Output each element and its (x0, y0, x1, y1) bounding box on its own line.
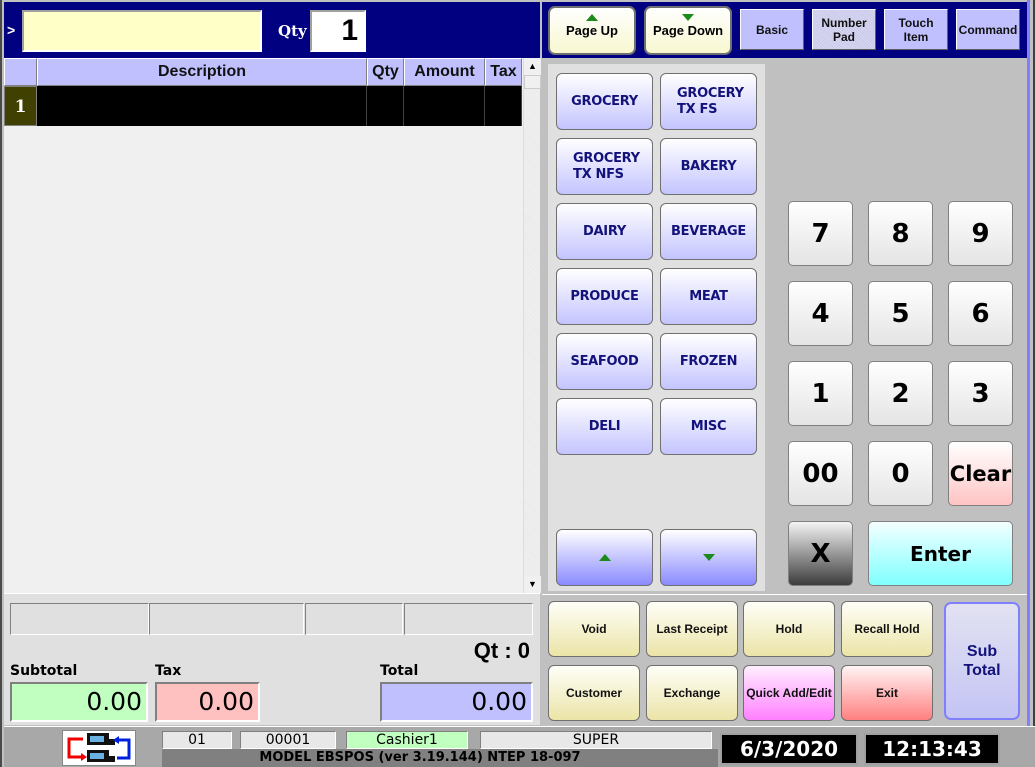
grid-header: Description Qty Amount Tax (4, 58, 522, 86)
grid-header-corner (4, 58, 37, 86)
row-qty (367, 86, 404, 126)
department-button-misc[interactable]: MISC (660, 398, 757, 455)
qty-label: Qty (278, 22, 307, 40)
nav-bar: Page Up Page Down Basic Number Pad Touch… (542, 2, 1027, 58)
item-grid: Description Qty Amount Tax 1 ▲ ▼ (4, 58, 541, 593)
exit-button[interactable]: Exit (841, 665, 933, 721)
department-button-dairy[interactable]: DAIRY (556, 203, 653, 260)
grid-header-tax[interactable]: Tax (485, 58, 522, 86)
page-up-button[interactable]: Page Up (548, 6, 636, 55)
info-slot-2 (149, 603, 304, 635)
dept-scroll-up-button[interactable] (556, 529, 653, 586)
info-slot-3 (305, 603, 403, 635)
status-bar: 01 00001 Cashier1 SUPER MODEL EBSPOS (ve… (4, 726, 1035, 767)
row-amount (404, 86, 485, 126)
arrow-up-icon (586, 14, 598, 21)
row-number: 1 (4, 86, 37, 126)
arrow-down-icon (682, 14, 694, 21)
numpad-key-8[interactable]: 8 (868, 201, 933, 266)
tab-command[interactable]: Command (956, 9, 1020, 50)
numpad-key-4[interactable]: 4 (788, 281, 853, 346)
department-button-grocery-tx-fs[interactable]: GROCERY TX FS (660, 73, 757, 130)
department-button-beverage[interactable]: BEVERAGE (660, 203, 757, 260)
department-button-frozen[interactable]: FROZEN (660, 333, 757, 390)
scan-input[interactable] (22, 10, 262, 52)
department-button-produce[interactable]: PRODUCE (556, 268, 653, 325)
numpad-key-3[interactable]: 3 (948, 361, 1013, 426)
page-down-button[interactable]: Page Down (644, 6, 732, 55)
arrow-up-icon (598, 554, 611, 561)
page-up-label: Page Up (565, 23, 618, 38)
department-button-seafood[interactable]: SEAFOOD (556, 333, 653, 390)
date-display: 6/3/2020 (720, 733, 858, 765)
hold-button[interactable]: Hold (743, 601, 835, 657)
tab-number-pad[interactable]: Number Pad (812, 9, 876, 50)
cashier-name: Cashier1 (346, 731, 468, 749)
network-sync-icon[interactable] (62, 730, 136, 766)
department-button-deli[interactable]: DELI (556, 398, 653, 455)
user-role: SUPER (480, 731, 712, 749)
entry-bar: > Qty 1 (4, 2, 540, 58)
exchange-button[interactable]: Exchange (646, 665, 738, 721)
grid-header-amount[interactable]: Amount (404, 58, 485, 86)
qty-field[interactable]: 1 (310, 10, 366, 52)
subtotal-button[interactable]: Sub Total (944, 602, 1020, 720)
numpad-key-0[interactable]: 0 (868, 441, 933, 506)
table-row[interactable]: 1 (4, 86, 522, 126)
numpad-key-2[interactable]: 2 (868, 361, 933, 426)
void-button[interactable]: Void (548, 601, 640, 657)
pos-window: > Qty 1 Description Qty Amount Tax 1 ▲ ▼ (0, 0, 1035, 767)
numpad-key-6[interactable]: 6 (948, 281, 1013, 346)
multiply-button[interactable]: X (788, 521, 853, 586)
grid-scrollbar[interactable]: ▲ ▼ (523, 58, 541, 593)
register-number: 01 (162, 731, 232, 749)
last-receipt-button[interactable]: Last Receipt (646, 601, 738, 657)
recall-hold-button[interactable]: Recall Hold (841, 601, 933, 657)
scroll-thumb[interactable] (524, 75, 541, 89)
numpad-key-5[interactable]: 5 (868, 281, 933, 346)
info-slot-4 (404, 603, 533, 635)
dept-scroll-down-button[interactable] (660, 529, 757, 586)
total-value: 0.00 (380, 682, 533, 722)
divider (542, 594, 1027, 595)
tax-label: Tax (155, 663, 182, 679)
tab-basic[interactable]: Basic (740, 9, 804, 50)
department-button-grocery[interactable]: GROCERY (556, 73, 653, 130)
department-button-bakery[interactable]: BAKERY (660, 138, 757, 195)
department-button-meat[interactable]: MEAT (660, 268, 757, 325)
customer-button[interactable]: Customer (548, 665, 640, 721)
page-down-label: Page Down (652, 23, 724, 38)
time-display: 12:13:43 PM (864, 733, 1000, 767)
model-version: MODEL EBSPOS (ver 3.19.144) NTEP 18-097 (162, 749, 718, 767)
row-description (37, 86, 367, 126)
info-slot-1 (10, 603, 149, 635)
totals-panel: Qt : 0 Subtotal 0.00 Tax 0.00 Total 0.00 (4, 593, 540, 725)
row-tax (485, 86, 522, 126)
prompt-arrow-icon: > (7, 22, 16, 38)
quick-add-edit-button[interactable]: Quick Add/Edit (743, 665, 835, 721)
grid-header-qty[interactable]: Qty (367, 58, 404, 86)
quantity-count: Qt : 0 (473, 638, 530, 663)
numpad-key-9[interactable]: 9 (948, 201, 1013, 266)
tax-value: 0.00 (155, 682, 260, 722)
scroll-down-arrow-icon[interactable]: ▼ (524, 576, 541, 593)
total-label: Total (380, 663, 419, 679)
numpad-key-1[interactable]: 1 (788, 361, 853, 426)
clear-button[interactable]: Clear (948, 441, 1013, 506)
arrow-down-icon (702, 554, 715, 561)
enter-button[interactable]: Enter (868, 521, 1013, 586)
subtotal-label: Subtotal (10, 663, 78, 679)
subtotal-value: 0.00 (10, 682, 148, 722)
transaction-number: 00001 (240, 731, 336, 749)
numpad-key-00[interactable]: 00 (788, 441, 853, 506)
numpad-key-7[interactable]: 7 (788, 201, 853, 266)
scroll-up-arrow-icon[interactable]: ▲ (524, 58, 541, 75)
grid-header-description[interactable]: Description (37, 58, 367, 86)
tab-touch-item[interactable]: Touch Item (884, 9, 948, 50)
department-button-grocery-tx-nfs[interactable]: GROCERY TX NFS (556, 138, 653, 195)
